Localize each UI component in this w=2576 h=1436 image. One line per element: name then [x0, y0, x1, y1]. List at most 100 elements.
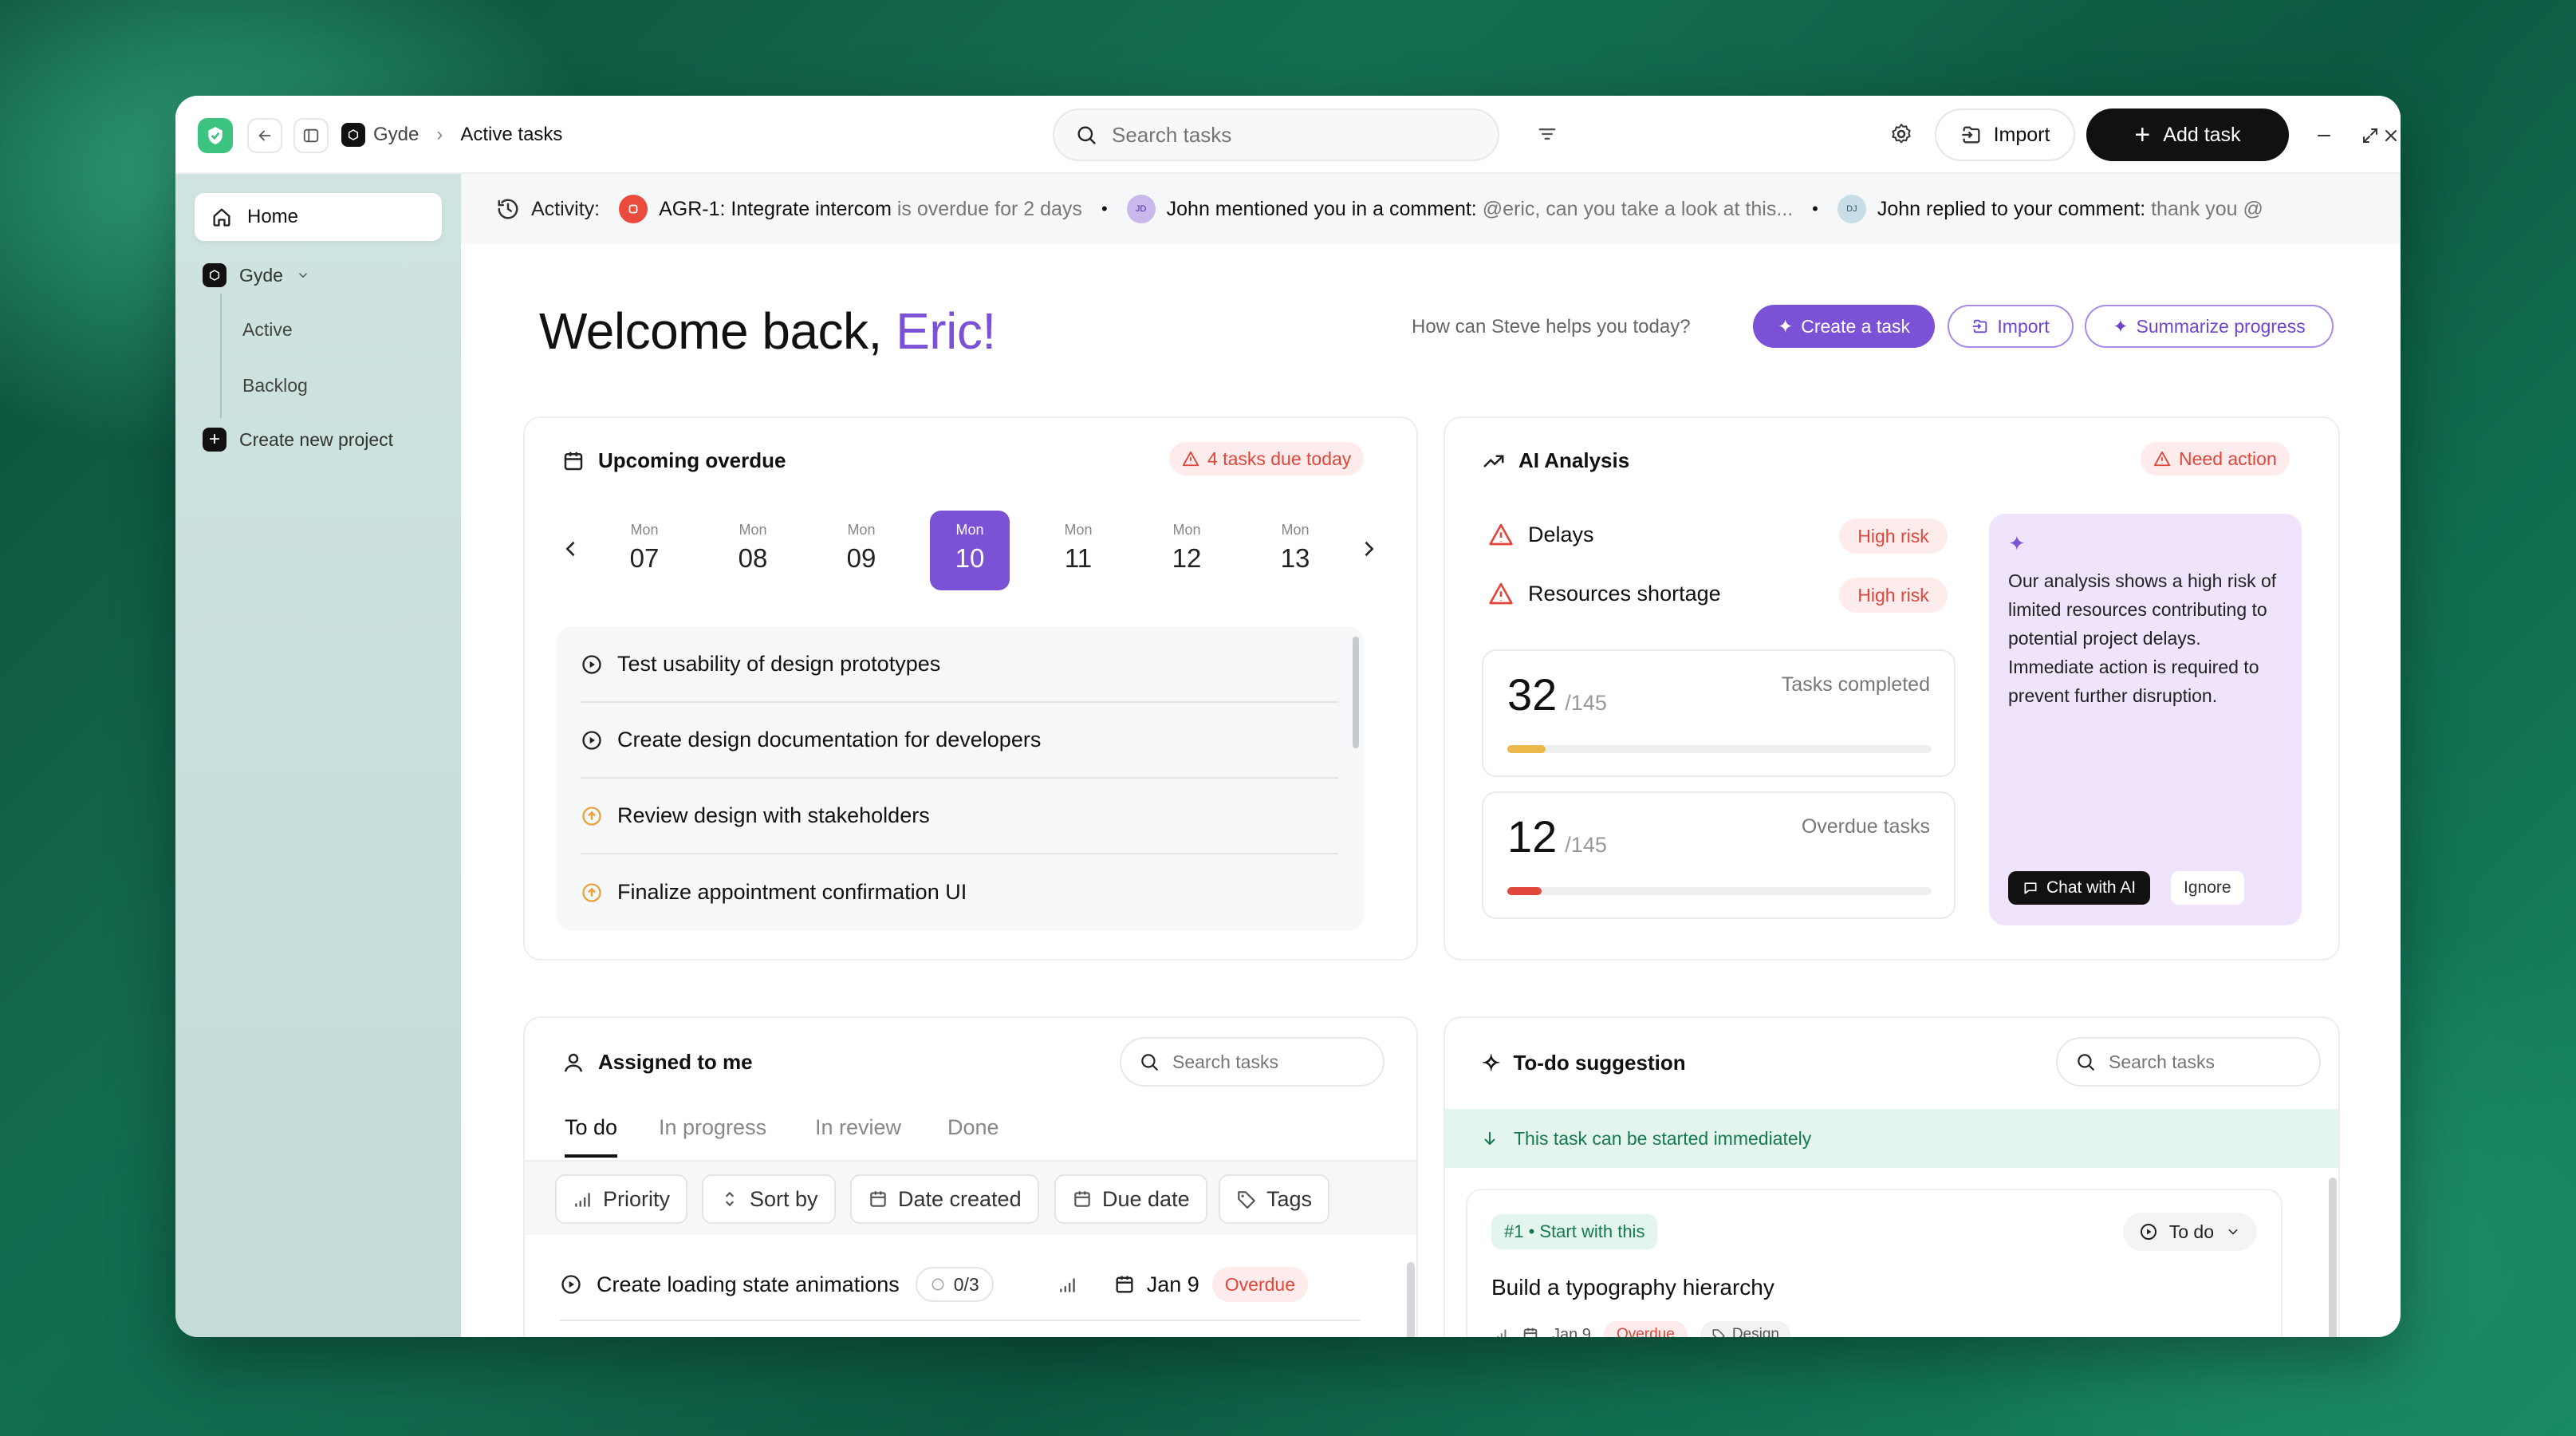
create-task-button[interactable]: ✦ Create a task [1753, 305, 1935, 348]
settings-button[interactable] [1885, 118, 1917, 150]
scrollbar[interactable] [1353, 637, 1359, 748]
search-input[interactable] [1172, 1051, 1364, 1073]
list-item[interactable]: Test usability of design prototypes [581, 627, 1338, 703]
list-item[interactable]: Create design documentation for develope… [581, 703, 1338, 779]
chat-with-ai-button[interactable]: Chat with AI [2008, 871, 2151, 905]
tab-todo[interactable]: To do [565, 1115, 618, 1158]
tab-in-review[interactable]: In review [815, 1115, 901, 1154]
todo-search[interactable] [2056, 1037, 2321, 1087]
activity-item[interactable]: AGR-1: Integrate intercom is overdue for… [659, 198, 1082, 221]
search-input[interactable] [1112, 122, 1447, 148]
create-project-button[interactable]: + Create new project [203, 428, 393, 452]
breadcrumb-workspace[interactable]: Gyde [373, 124, 419, 146]
filter-button[interactable] [1531, 118, 1563, 150]
task-title: Build a typography hierarchy [1491, 1275, 1774, 1300]
arrow-up-circle-icon [582, 806, 601, 826]
add-task-button[interactable]: + Add task [2086, 108, 2289, 161]
list-item[interactable]: Review design with stakeholders [581, 779, 1338, 854]
activity-item-text: is overdue for 2 days [891, 197, 1082, 220]
play-circle-icon [582, 730, 601, 750]
activity-item[interactable]: John mentioned you in a comment: @eric, … [1167, 198, 1794, 221]
day-name: Mon [1281, 522, 1310, 538]
sidebar-item-gyde[interactable]: Gyde [203, 263, 310, 287]
priority-filter[interactable]: Priority [555, 1174, 688, 1224]
sidebar-item-home[interactable]: Home [195, 193, 442, 241]
chat-label: Chat with AI [2046, 878, 2137, 897]
chevron-down-icon[interactable] [296, 268, 310, 282]
task-meta: Jan 9 Overdue Design [1491, 1321, 1790, 1337]
day-cell[interactable]: Mon 12 [1147, 511, 1227, 590]
import-icon [1961, 126, 1980, 144]
tab-in-progress[interactable]: In progress [659, 1115, 766, 1154]
assigned-search[interactable] [1120, 1037, 1385, 1087]
status-label: To do [2168, 1221, 2214, 1242]
next-week-button[interactable] [1357, 538, 1380, 560]
sort-by-filter[interactable]: Sort by [702, 1174, 836, 1224]
risk-badge: High risk [1839, 519, 1948, 554]
back-button[interactable] [247, 118, 282, 153]
summarize-progress-button[interactable]: ✦ Summarize progress [2085, 305, 2334, 348]
tag-icon [1712, 1329, 1725, 1337]
arrow-left-icon [258, 130, 271, 141]
sidebar-item-backlog[interactable]: Backlog [242, 375, 308, 396]
progress-track [1507, 745, 1932, 753]
day-cell[interactable]: Mon 07 [605, 511, 684, 590]
history-icon [498, 199, 518, 219]
day-cell[interactable]: Mon 08 [713, 511, 793, 590]
due-date-filter[interactable]: Due date [1054, 1174, 1207, 1224]
minimize-button[interactable] [2308, 120, 2340, 152]
suggestion-item[interactable]: #1 • Start with this To do Build a typog… [1466, 1189, 2283, 1337]
activity-item[interactable]: John replied to your comment: thank you … [1877, 198, 2263, 221]
card-title: Assigned to me [561, 1050, 753, 1075]
day-cell[interactable]: Mon 09 [821, 511, 901, 590]
import-icon [1973, 319, 1987, 333]
card-title: Upcoming overdue [561, 448, 786, 473]
import-button[interactable]: Import [1935, 108, 2075, 161]
play-circle-icon [2140, 1224, 2157, 1240]
tags-filter[interactable]: Tags [1219, 1174, 1330, 1224]
calendar-icon [1523, 1328, 1538, 1337]
search-icon [1141, 1054, 1158, 1071]
calendar-icon [870, 1191, 886, 1207]
filter-label: Tags [1266, 1186, 1313, 1211]
add-task-label: Add task [2163, 123, 2241, 146]
risk-badge: High risk [1839, 578, 1948, 613]
prev-week-button[interactable] [560, 538, 582, 560]
day-cell[interactable]: Mon 11 [1038, 511, 1118, 590]
tab-done[interactable]: Done [947, 1115, 999, 1154]
activity-item-title: AGR-1: Integrate intercom [659, 197, 892, 220]
subtask-counter: 0/3 [915, 1267, 994, 1302]
global-search[interactable] [1053, 108, 1499, 161]
user-icon [564, 1053, 583, 1072]
scrollbar[interactable] [1407, 1262, 1415, 1337]
scrollbar[interactable] [2329, 1178, 2337, 1337]
ignore-button[interactable]: Ignore [2171, 871, 2244, 905]
app-logo-icon[interactable] [198, 118, 233, 153]
assigned-to-me-card: Assigned to me To do In progress In revi… [523, 1016, 1418, 1337]
calendar-icon [1116, 1276, 1133, 1293]
list-item[interactable]: Finalize appointment confirmation UI [581, 854, 1338, 930]
close-button[interactable] [2375, 120, 2401, 152]
title-bar: Gyde › Active tasks Import + Add task [175, 96, 2401, 174]
day-number: 13 [1280, 543, 1310, 573]
import-label: Import [1993, 123, 2050, 146]
toggle-sidebar-button[interactable] [293, 118, 329, 153]
date-created-filter[interactable]: Date created [850, 1174, 1039, 1224]
status-dropdown[interactable]: To do [2122, 1213, 2257, 1251]
day-cell[interactable]: Mon 13 [1255, 511, 1335, 590]
filter-bar: Priority Sort by Date created Due date T… [525, 1162, 1416, 1235]
import-ai-button[interactable]: Import [1948, 305, 2074, 348]
search-input[interactable] [2109, 1051, 2300, 1073]
subtask-count: 0/3 [953, 1273, 979, 1295]
upcoming-overdue-card: Upcoming overdue 4 tasks due today Mon 07… [523, 416, 1418, 961]
create-project-label: Create new project [239, 428, 394, 450]
chevron-left-icon [565, 541, 575, 557]
table-row[interactable]: Create loading state animations 0/3 Jan … [560, 1249, 1361, 1321]
sidebar-icon [303, 128, 319, 143]
task-list: Test usability of design prototypes Crea… [557, 627, 1364, 930]
rank-badge: #1 • Start with this [1491, 1214, 1658, 1249]
day-cell-selected[interactable]: Mon 10 [930, 511, 1010, 590]
breadcrumb: Gyde › Active tasks [341, 123, 562, 147]
sidebar-item-active[interactable]: Active [242, 319, 293, 341]
ai-insight-panel: ✦ Our analysis shows a high risk of limi… [1989, 514, 2302, 925]
